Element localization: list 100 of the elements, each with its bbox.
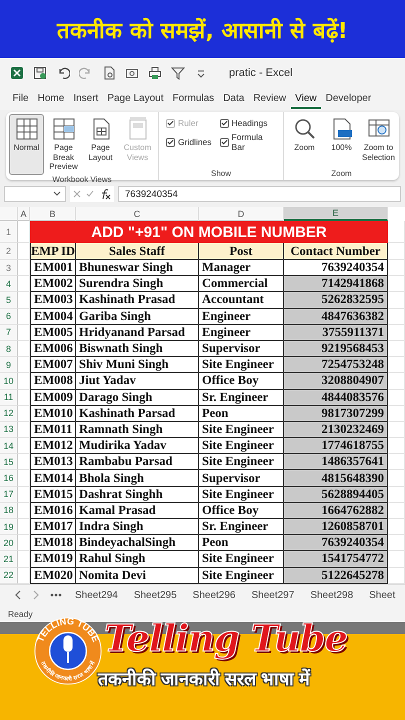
row-number[interactable]: 17 [0, 486, 18, 503]
filter-icon[interactable] [171, 66, 185, 80]
table-cell: EM005 [30, 324, 76, 341]
column-header[interactable]: E [284, 207, 388, 221]
row-number[interactable]: 20 [0, 535, 18, 552]
sheet-tab[interactable]: Sheet296 [190, 590, 238, 601]
show-option[interactable]: Gridlines [166, 132, 212, 152]
table-cell: Rambabu Parsad [76, 454, 199, 470]
status-text: Ready [8, 608, 33, 619]
sheet-tab[interactable]: Sheet297 [248, 590, 298, 601]
row-number[interactable]: 13 [0, 422, 18, 438]
view-button[interactable]: Page Break Preview [46, 114, 81, 175]
empty-cell [18, 292, 30, 309]
more-icon[interactable] [50, 593, 62, 598]
row-number[interactable]: 18 [0, 502, 18, 519]
show-option[interactable]: Formula Bar [220, 132, 276, 152]
table-cell: 3208804907 [284, 373, 388, 390]
table-cell: EM002 [30, 276, 76, 292]
ribbon-tab[interactable]: View [290, 90, 322, 108]
table-cell: 1541754772 [284, 551, 388, 568]
empty-cell [18, 470, 30, 487]
previous-sheet-icon[interactable] [14, 590, 22, 600]
printer-icon[interactable] [148, 66, 162, 80]
table-cell: EM004 [30, 308, 76, 325]
row-number[interactable]: 19 [0, 519, 18, 536]
row-number[interactable]: 21 [0, 551, 18, 568]
empty-cell [18, 324, 30, 341]
ribbon-tab[interactable]: Page Layout [102, 90, 168, 108]
empty-cell [18, 438, 30, 454]
empty-cell [18, 390, 30, 406]
table-cell: Hridyanand Parsad [76, 324, 199, 341]
table-cell: EM012 [30, 438, 76, 454]
empty-cell [18, 373, 30, 390]
row-number[interactable]: 22 [0, 568, 18, 584]
table-cell: Kamal Prasad [76, 502, 199, 519]
row-number[interactable]: 4 [0, 276, 18, 292]
ribbon-tab[interactable]: Insert [68, 90, 103, 108]
function-icon[interactable] [99, 188, 112, 200]
table-cell: 1774618755 [284, 438, 388, 454]
show-option[interactable]: Headings [220, 118, 276, 128]
camera-icon[interactable] [125, 66, 139, 80]
ribbon-tab[interactable]: Home [33, 90, 69, 108]
row-number[interactable]: 2 [0, 243, 18, 260]
sheet-tab[interactable]: Sheet [366, 590, 398, 601]
sheet-tab[interactable]: Sheet294 [72, 590, 121, 601]
row-number[interactable]: 6 [0, 308, 18, 325]
table-cell: Darago Singh [76, 390, 199, 406]
row-number[interactable]: 12 [0, 406, 18, 422]
view-button[interactable]: Page Layout [83, 114, 118, 175]
table-cell: Surendra Singh [76, 276, 199, 292]
column-header[interactable]: B [30, 207, 76, 221]
zoom-button[interactable]: 100% [324, 114, 359, 169]
table-cell: Dashrat Singhh [76, 486, 199, 503]
checkbox[interactable] [166, 138, 175, 146]
checkbox[interactable] [220, 138, 229, 146]
table-cell: 5122645278 [284, 568, 388, 584]
ribbon-tab[interactable]: File [8, 90, 34, 108]
table-cell: 9817307299 [284, 406, 388, 422]
table-cell: 7254753248 [284, 357, 388, 374]
row-number[interactable]: 7 [0, 324, 18, 341]
column-heading: Contact Number [284, 243, 388, 260]
ribbon-tab[interactable]: Developer [321, 90, 376, 108]
formula-field[interactable]: 7639240354 [118, 186, 401, 202]
ribbon-tab[interactable]: Review [248, 90, 291, 108]
caret-icon[interactable] [53, 191, 61, 197]
group-label: Show [210, 169, 232, 180]
table-cell: Rahul Singh [76, 551, 199, 568]
row-number[interactable]: 3 [0, 260, 18, 276]
save-icon[interactable] [33, 66, 47, 80]
print-preview-icon[interactable] [102, 66, 116, 80]
table-cell: EM013 [30, 454, 76, 470]
row-number[interactable]: 1 [0, 221, 18, 243]
table-cell: EM001 [30, 260, 76, 276]
table-cell: EM018 [30, 535, 76, 552]
zoom-button[interactable]: Zoom [287, 114, 322, 169]
grid-icon [14, 117, 38, 141]
row-number[interactable]: 10 [0, 373, 18, 390]
table-cell: 3755911371 [284, 324, 388, 341]
row-number[interactable]: 14 [0, 438, 18, 454]
view-button[interactable]: Normal [9, 114, 44, 175]
formula-buttons[interactable] [70, 186, 114, 202]
row-number[interactable]: 16 [0, 470, 18, 487]
checkbox[interactable] [220, 118, 229, 128]
ribbon-tab[interactable]: Data [218, 90, 249, 108]
column-header[interactable]: C [76, 207, 199, 221]
row-number[interactable]: 15 [0, 454, 18, 470]
row-number[interactable]: 11 [0, 390, 18, 406]
sheet-tab[interactable]: Sheet298 [307, 590, 356, 601]
ribbon-tab[interactable]: Formulas [168, 90, 219, 108]
check-icon[interactable] [86, 190, 94, 198]
row-number[interactable]: 9 [0, 357, 18, 374]
row-number[interactable]: 5 [0, 292, 18, 309]
group-label: Zoom [330, 169, 353, 180]
zoom-button[interactable]: Zoom to Selection [361, 114, 396, 169]
row-number[interactable]: 8 [0, 340, 18, 358]
sheet-tab[interactable]: Sheet295 [130, 590, 180, 601]
table-cell: Ramnath Singh [76, 422, 199, 438]
column-header[interactable]: A [18, 207, 30, 221]
column-header[interactable]: D [199, 207, 284, 221]
table-cell: Shiv Muni Singh [76, 357, 199, 374]
